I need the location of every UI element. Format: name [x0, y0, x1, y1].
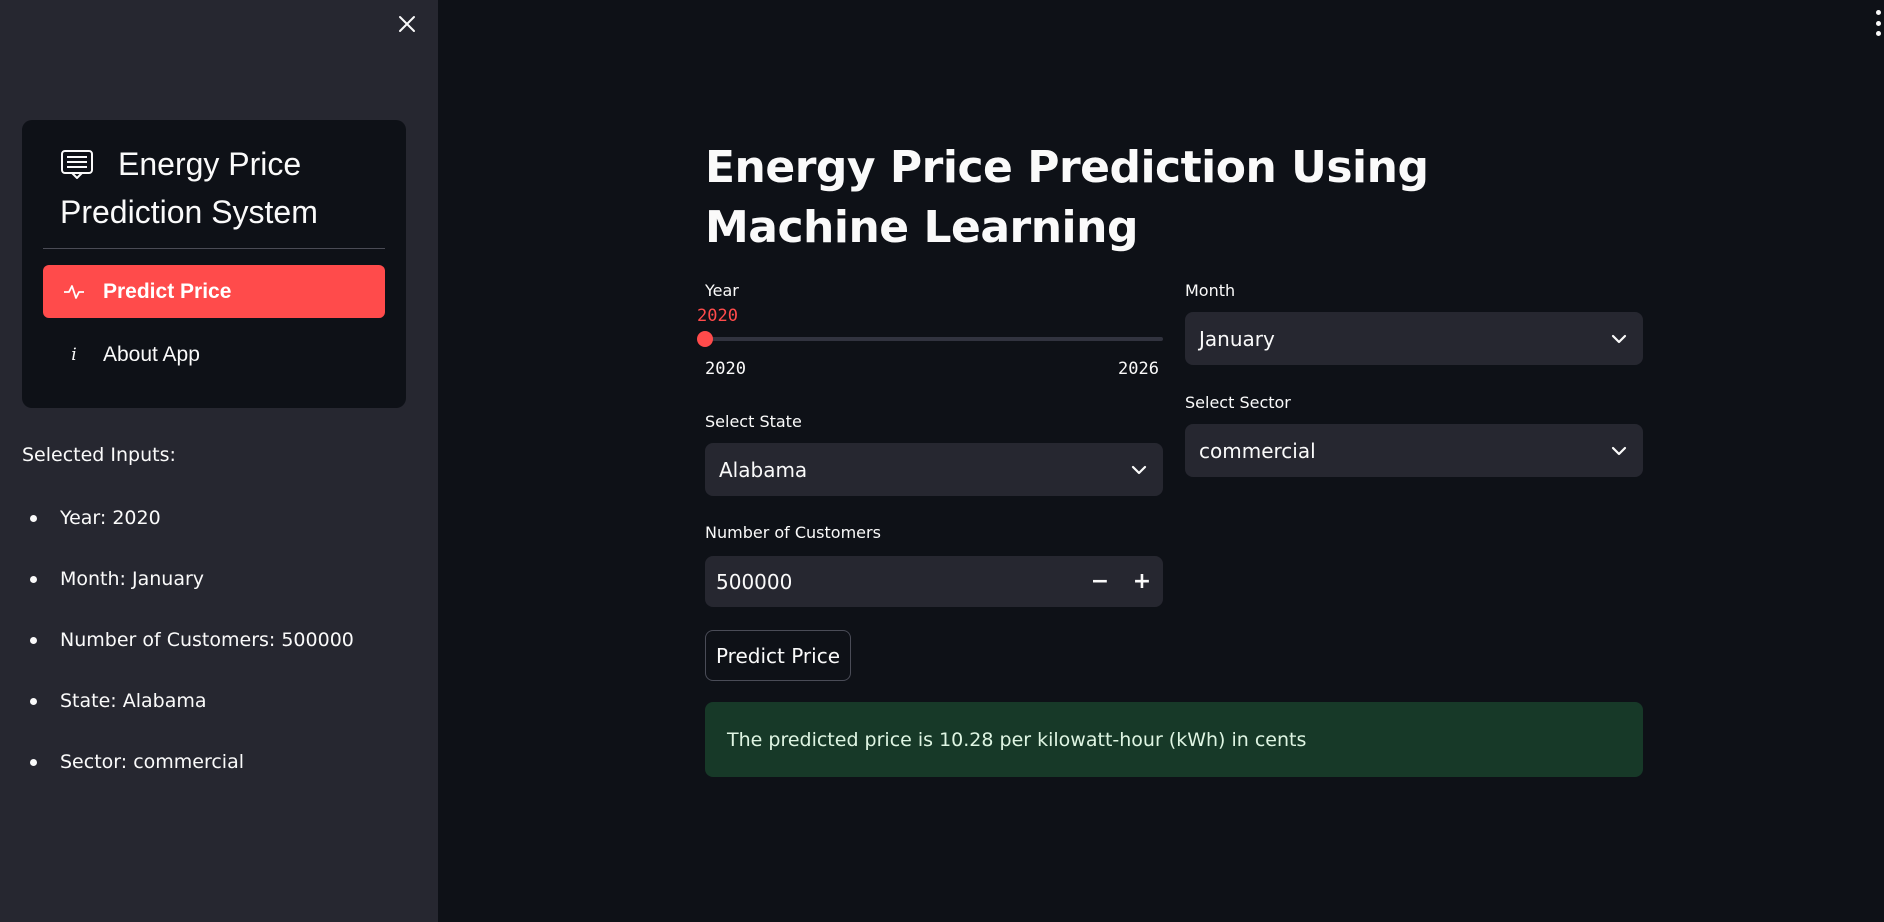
menu-item-label: Predict Price [103, 279, 232, 303]
sector-select[interactable]: commercial [1185, 424, 1643, 477]
page-title: Energy Price Prediction Using Machine Le… [705, 142, 1429, 253]
customers-input-value[interactable]: 500000 [705, 570, 1079, 594]
selected-inputs-list: Year: 2020 Month: January Number of Cust… [22, 500, 354, 805]
state-select-value: Alabama [719, 457, 808, 482]
sidebar: Energy Price Prediction System Predict P… [0, 0, 438, 922]
list-item: Number of Customers: 500000 [22, 622, 354, 683]
prediction-result-alert: The predicted price is 10.28 per kilowat… [705, 702, 1643, 777]
customers-label: Number of Customers [705, 523, 881, 542]
menu-item-about-app[interactable]: i About App [43, 328, 385, 381]
year-slider-value: 2020 [697, 306, 738, 326]
list-item: Month: January [22, 561, 354, 622]
kebab-dot [1876, 10, 1881, 15]
newspaper-icon [60, 144, 94, 180]
month-label: Month [1185, 281, 1236, 300]
activity-icon [63, 281, 85, 303]
month-select[interactable]: January [1185, 312, 1643, 365]
list-item: State: Alabama [22, 683, 354, 744]
year-slider-max: 2026 [1118, 359, 1159, 379]
option-menu: Energy Price Prediction System Predict P… [22, 120, 406, 408]
customers-number-input[interactable]: 500000 − + [705, 556, 1163, 607]
list-item: Sector: commercial [22, 744, 354, 805]
close-icon [399, 16, 415, 32]
menu-item-predict-price[interactable]: Predict Price [43, 265, 385, 318]
chevron-down-icon [1129, 460, 1149, 480]
state-select[interactable]: Alabama [705, 443, 1163, 496]
state-label: Select State [705, 412, 802, 431]
kebab-dot [1876, 31, 1881, 36]
menu-item-label: About App [103, 342, 200, 366]
chevron-down-icon [1609, 329, 1629, 349]
increment-button[interactable]: + [1121, 556, 1163, 607]
menu-title-text: Energy Price Prediction System [60, 146, 318, 230]
kebab-dot [1876, 20, 1881, 26]
year-slider-thumb[interactable] [697, 331, 713, 347]
selected-inputs-heading: Selected Inputs: [22, 444, 176, 466]
info-icon: i [71, 344, 77, 365]
chevron-down-icon [1609, 441, 1629, 461]
predict-price-button[interactable]: Predict Price [705, 630, 851, 681]
year-slider-min: 2020 [705, 359, 746, 379]
menu-divider [43, 248, 385, 249]
app-root: Energy Price Prediction System Predict P… [0, 0, 1884, 922]
year-slider-track[interactable] [705, 337, 1163, 341]
decrement-button[interactable]: − [1079, 556, 1121, 607]
list-item: Year: 2020 [22, 500, 354, 561]
sector-label: Select Sector [1185, 393, 1291, 412]
close-sidebar-button[interactable] [394, 11, 420, 37]
menu-title: Energy Price Prediction System [60, 140, 390, 236]
year-label: Year [705, 281, 739, 300]
main-menu-button[interactable] [1876, 10, 1884, 36]
sector-select-value: commercial [1199, 438, 1316, 463]
month-select-value: January [1199, 326, 1275, 351]
